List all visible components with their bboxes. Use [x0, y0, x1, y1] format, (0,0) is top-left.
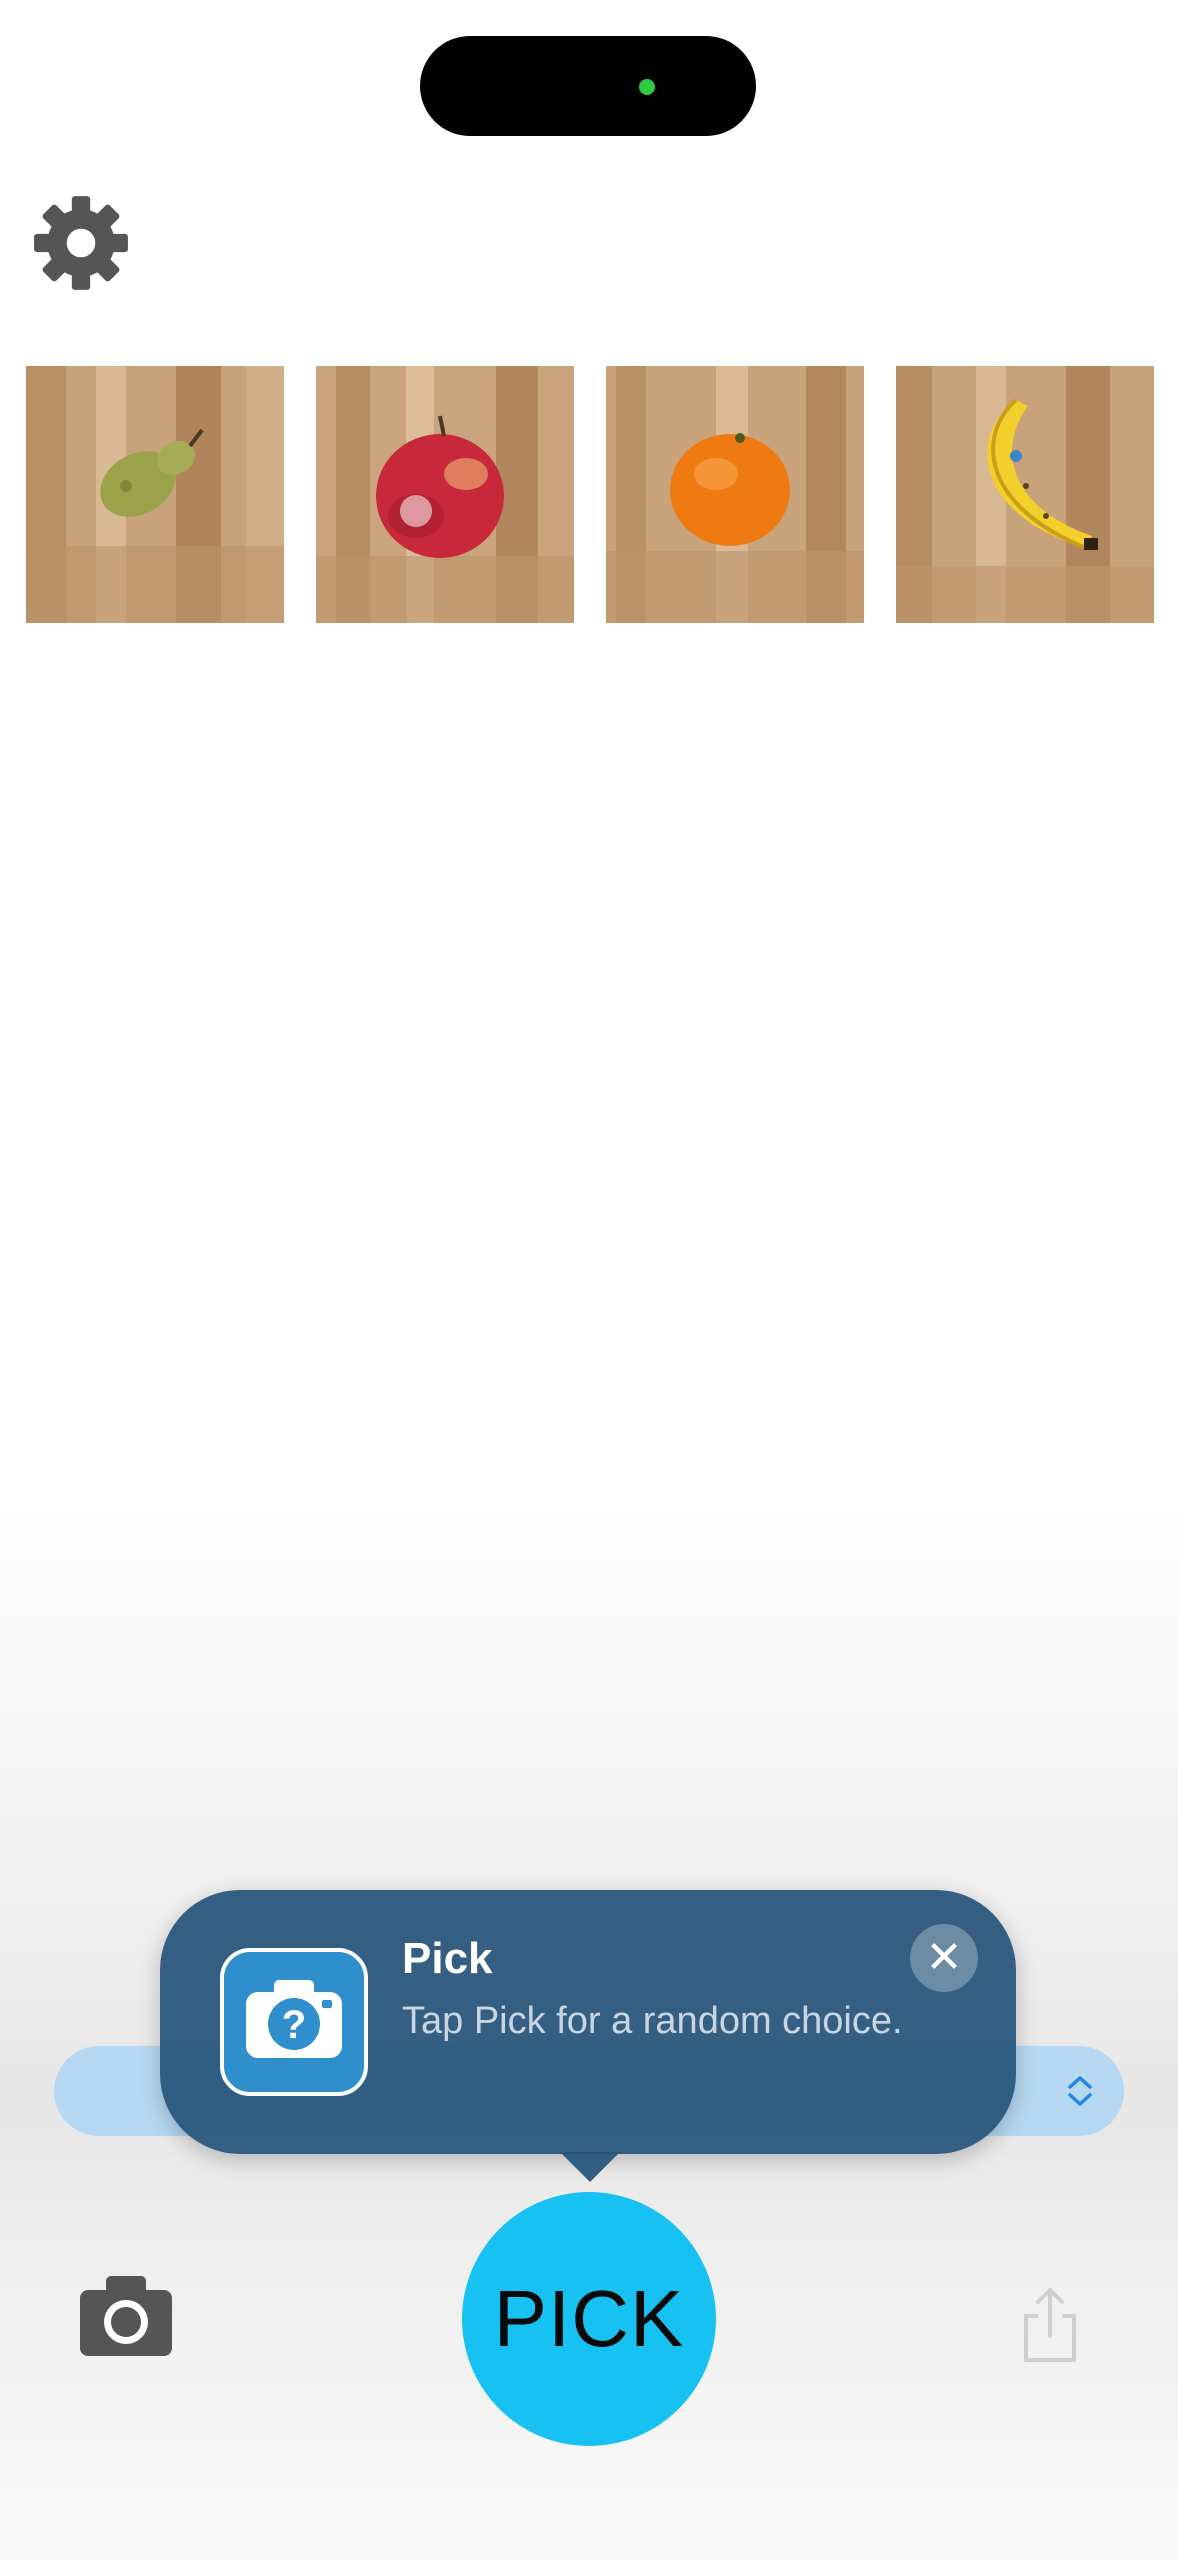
camera-indicator-dot — [639, 79, 655, 95]
pick-tooltip: ? Pick Tap Pick for a random choice. ✕ — [160, 1890, 1016, 2182]
share-icon[interactable] — [1020, 2284, 1080, 2364]
pick-button[interactable]: PICK — [462, 2192, 716, 2446]
camera-icon[interactable] — [80, 2276, 172, 2356]
photo-thumbnail-apple[interactable] — [316, 366, 574, 623]
chevron-up-down-icon[interactable] — [1062, 2073, 1098, 2109]
dynamic-island — [420, 36, 756, 136]
tooltip-message: Tap Pick for a random choice. — [402, 2000, 903, 2042]
camera-question-icon: ? — [220, 1948, 368, 2096]
svg-text:?: ? — [282, 2003, 306, 2047]
gear-icon[interactable] — [30, 192, 132, 294]
photo-thumbnail-orange[interactable] — [606, 366, 864, 623]
tooltip-title: Pick — [402, 1934, 493, 1983]
tooltip-pointer — [560, 2152, 620, 2182]
close-icon[interactable]: ✕ — [910, 1924, 978, 1992]
photo-thumbnail-pear[interactable] — [26, 366, 284, 623]
photo-thumbnail-banana[interactable] — [896, 366, 1154, 623]
